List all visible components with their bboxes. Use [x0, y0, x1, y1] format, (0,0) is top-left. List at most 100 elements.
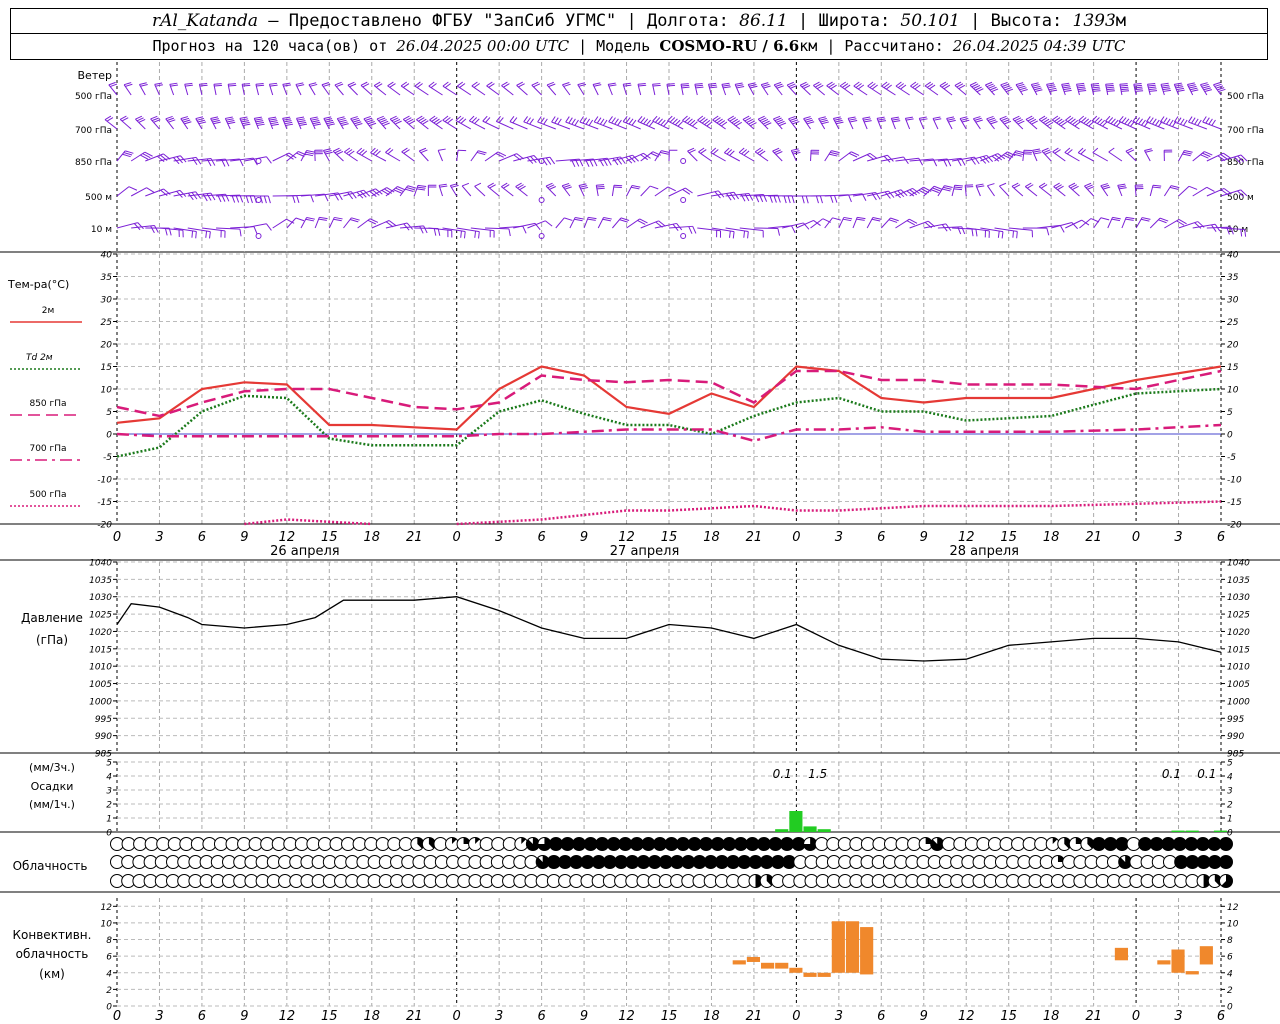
cloud-cover-symbol [167, 837, 182, 851]
pres-tick-label: 1005 [89, 680, 112, 690]
wind-barb-feather [1134, 84, 1142, 87]
wind-barb-feather [1015, 82, 1024, 86]
conv-cloud-bar [1185, 971, 1199, 975]
wind-barb-feather [946, 116, 955, 119]
wind-barb-feather [848, 194, 852, 203]
wind-barb-feather [297, 120, 306, 123]
x-tick-label: 6 [537, 530, 545, 545]
wind-barb-feather [1046, 227, 1050, 236]
wind-barb-staff [1053, 186, 1066, 197]
wind-barb-feather [1077, 86, 1086, 89]
wind-barb-feather [296, 116, 305, 119]
wind-barb-feather [791, 225, 796, 234]
wind-barb-feather [932, 116, 941, 119]
wind-barb-staff [457, 85, 472, 96]
wind-calm-marker [255, 197, 262, 203]
wind-barb-feather [312, 121, 321, 125]
cloud-cover-symbol [144, 837, 159, 851]
wind-barb-feather [1184, 150, 1193, 153]
wind-barb-feather [1033, 85, 1041, 89]
wind-barb-feather [603, 216, 612, 220]
wind-barb-feather [245, 195, 249, 204]
cloud-cover-symbol [190, 837, 205, 851]
wind-barb-feather [726, 193, 732, 201]
wind-barb-feather [792, 150, 800, 153]
cloud-cover-symbol [294, 837, 309, 851]
wind-barb-staff [356, 152, 373, 162]
pres-tick-label: 1035 [89, 576, 112, 586]
wind-barb-feather [311, 119, 320, 123]
wind-barb-feather [451, 184, 459, 188]
wind-barb-feather [256, 121, 265, 125]
wind-barb-feather [654, 117, 661, 123]
wind-barb-feather [872, 217, 882, 220]
wind-barb-feather [747, 231, 749, 239]
wind-barb-feather [953, 188, 963, 191]
cloud-cover-fill [1138, 837, 1152, 851]
temp-tick-label: 40 [1227, 251, 1239, 261]
wind-barb-feather [253, 226, 258, 234]
conv-x-tick-label: 15 [661, 1009, 678, 1024]
day-label: 27 апреля [610, 544, 680, 559]
temp-tick-label: 20 [101, 341, 113, 351]
conv-tick-label: 6 [1227, 953, 1233, 963]
cloud-cover-symbol [883, 837, 898, 851]
conv-x-tick-label: 9 [920, 1009, 928, 1024]
wind-barb-feather [1100, 183, 1108, 187]
wind-barb-feather [1163, 89, 1171, 92]
wind-barb-feather [209, 231, 211, 239]
day-label: 28 апреля [949, 544, 1019, 559]
wind-barb-feather [205, 230, 208, 238]
wind-barb-feather [791, 148, 799, 151]
wind-barb-feather [617, 119, 622, 126]
temp-series-line [244, 500, 1222, 526]
wind-barb-feather [474, 230, 477, 238]
wind-barb-feather [305, 218, 315, 222]
wind-barb-feather [1170, 185, 1180, 189]
precip-tick-label: 2 [1227, 801, 1233, 811]
wind-barb-feather [820, 119, 828, 123]
wind-barb-feather [271, 123, 279, 126]
conv-x-tick-label: 12 [958, 1009, 975, 1024]
wind-barb-feather [1149, 90, 1158, 92]
cloud-label: Облачность [13, 859, 88, 873]
wind-barb-feather [579, 116, 584, 123]
wind-barb-staff [487, 186, 500, 197]
conv-x-tick-label: 9 [240, 1009, 248, 1024]
cloud-cover-symbol [225, 837, 240, 851]
x-tick-label: 3 [835, 530, 843, 545]
cloud-cover-fill [641, 837, 655, 851]
wind-barb-feather [660, 151, 669, 155]
cloud-cover-symbol [398, 837, 413, 851]
cloud-cover-symbol [849, 837, 864, 851]
precip-tick-label: 0 [1227, 829, 1233, 839]
wind-barb-feather [1134, 88, 1143, 91]
temp-tick-label: 15 [1227, 363, 1239, 373]
wind-barb-feather [1106, 88, 1115, 91]
pres-tick-label: 995 [95, 715, 112, 725]
wind-barb-feather [254, 116, 262, 119]
wind-barb-feather [267, 195, 271, 204]
wind-barb-feather [254, 118, 263, 121]
wind-barb-feather [417, 184, 427, 187]
wind-barb-staff [1011, 185, 1024, 197]
wind-barb-staff [272, 218, 287, 229]
x-tick-label: 15 [1000, 530, 1017, 545]
wind-barb-feather [608, 82, 616, 85]
wind-barb-feather [999, 182, 1007, 187]
temp-ylabel: Тем-ра(°C) [7, 278, 69, 291]
wind-barb-feather [942, 188, 951, 192]
wind-barb-feather [608, 84, 617, 87]
wind-barb-feather [744, 193, 750, 202]
wind-barb-feather [295, 217, 305, 222]
wind-barb-feather [729, 192, 736, 200]
wind-barb-feather [128, 186, 138, 191]
wind-barb-feather [269, 118, 277, 121]
temp-tick-label: -15 [1227, 498, 1242, 508]
wind-barb-feather [1016, 231, 1018, 239]
wind-barb-feather [645, 119, 651, 126]
wind-barb-feather [729, 230, 731, 238]
wind-barb-feather [749, 84, 757, 87]
wind-barb-feather [1091, 84, 1100, 87]
conv-cloud-bar [775, 962, 789, 969]
